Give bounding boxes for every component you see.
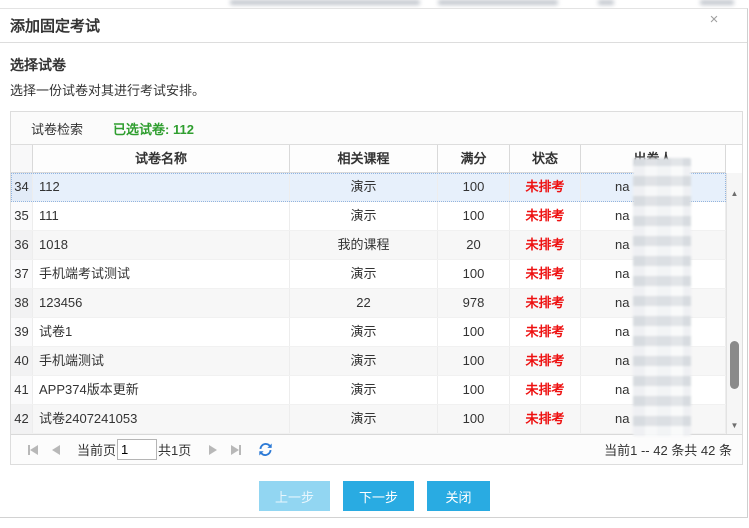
censored-creator-blur [633,158,691,436]
header-course: 相关课程 [290,145,438,172]
background-blur-text [230,0,420,5]
record-range-text: 当前1 -- 42 条共 42 条 [604,440,732,459]
course-cell: 演示 [290,173,438,201]
header-row-number [11,145,33,172]
score-cell: 100 [438,347,510,375]
next-step-button[interactable]: 下一步 [343,481,414,511]
background-page-remnant [0,0,749,8]
close-icon[interactable]: × [705,11,723,29]
score-cell: 978 [438,289,510,317]
status-cell: 未排考 [510,260,581,288]
table-row[interactable]: 35111演示100未排考na [11,202,726,231]
score-cell: 100 [438,376,510,404]
paper-name-cell: 手机端测试 [33,347,290,375]
score-cell: 100 [438,202,510,230]
first-page-icon[interactable] [28,445,38,455]
dialog-footer: 上一步 下一步 关闭 [10,481,739,511]
background-blur-text [700,0,734,5]
panel-tabbar: 试卷检索 已选试卷: 112 [11,112,742,145]
table-row[interactable]: 40手机端测试演示100未排考na [11,347,726,376]
score-cell: 100 [438,318,510,346]
page-number-input[interactable] [117,439,157,460]
paper-table-body: 34112演示100未排考na35111演示100未排考na361018我的课程… [11,173,726,434]
prev-step-button[interactable]: 上一步 [259,481,330,511]
status-cell: 未排考 [510,405,581,433]
add-fixed-exam-dialog: 添加固定考试 × 选择试卷 选择一份试卷对其进行考试安排。 试卷检索 已选试卷:… [0,8,748,518]
paper-name-cell: APP374版本更新 [33,376,290,404]
table-header-row: 试卷名称 相关课程 满分 状态 出卷人 [11,145,726,173]
status-cell: 未排考 [510,289,581,317]
dialog-body: 选择试卷 选择一份试卷对其进行考试安排。 试卷检索 已选试卷: 112 试卷名称… [0,43,747,511]
paper-table: 试卷名称 相关课程 满分 状态 出卷人 34112演示100未排考na35111… [11,145,742,434]
table-row[interactable]: 34112演示100未排考na [11,173,726,202]
paper-name-cell: 1018 [33,231,290,259]
paper-name-cell: 112 [33,173,290,201]
selected-paper-count: 已选试卷: 112 [113,119,194,138]
table-row[interactable]: 42试卷2407241053演示100未排考na [11,405,726,434]
paper-select-panel: 试卷检索 已选试卷: 112 试卷名称 相关课程 满分 状态 出卷人 34112… [10,111,743,465]
pagination-bar: 当前页 共1页 当前1 -- 42 条共 42 条 [11,434,742,464]
row-number-cell: 42 [11,405,33,433]
course-cell: 演示 [290,405,438,433]
status-cell: 未排考 [510,347,581,375]
background-blur-text [598,0,614,5]
row-number-cell: 36 [11,231,33,259]
scrollbar-thumb[interactable] [730,341,739,389]
status-cell: 未排考 [510,376,581,404]
tab-paper-search[interactable]: 试卷检索 [31,119,83,138]
course-cell: 22 [290,289,438,317]
status-cell: 未排考 [510,231,581,259]
score-cell: 100 [438,173,510,201]
score-cell: 100 [438,260,510,288]
status-cell: 未排考 [510,318,581,346]
status-cell: 未排考 [510,202,581,230]
table-row[interactable]: 3812345622978未排考na [11,289,726,318]
scroll-down-icon[interactable]: ▼ [727,421,742,430]
dialog-header: 添加固定考试 [0,9,747,43]
course-cell: 演示 [290,376,438,404]
scroll-up-icon[interactable]: ▲ [727,189,742,198]
next-page-icon[interactable] [209,445,217,455]
paper-name-cell: 试卷2407241053 [33,405,290,433]
table-row[interactable]: 361018我的课程20未排考na [11,231,726,260]
row-number-cell: 34 [11,173,33,201]
close-button[interactable]: 关闭 [427,481,490,511]
current-page-label: 当前页 [77,440,116,459]
row-number-cell: 41 [11,376,33,404]
refresh-icon[interactable] [258,442,273,457]
row-number-cell: 37 [11,260,33,288]
course-cell: 演示 [290,202,438,230]
paper-name-cell: 手机端考试测试 [33,260,290,288]
paper-name-cell: 111 [33,202,290,230]
total-pages-label: 共1页 [158,440,191,459]
prev-page-icon[interactable] [52,445,60,455]
row-number-cell: 39 [11,318,33,346]
course-cell: 演示 [290,318,438,346]
step-subtitle: 选择一份试卷对其进行考试安排。 [10,80,739,99]
header-paper-name: 试卷名称 [33,145,290,172]
dialog-title: 添加固定考试 [10,15,100,36]
header-score: 满分 [438,145,510,172]
paper-name-cell: 123456 [33,289,290,317]
header-status: 状态 [510,145,581,172]
background-blur-text [438,0,558,5]
table-row[interactable]: 37手机端考试测试演示100未排考na [11,260,726,289]
row-number-cell: 40 [11,347,33,375]
row-number-cell: 38 [11,289,33,317]
row-number-cell: 35 [11,202,33,230]
status-cell: 未排考 [510,173,581,201]
table-row[interactable]: 39试卷1演示100未排考na [11,318,726,347]
score-cell: 20 [438,231,510,259]
table-row[interactable]: 41APP374版本更新演示100未排考na [11,376,726,405]
last-page-icon[interactable] [231,445,241,455]
course-cell: 我的课程 [290,231,438,259]
score-cell: 100 [438,405,510,433]
course-cell: 演示 [290,260,438,288]
table-scrollbar[interactable]: ▲ ▼ [726,173,742,434]
paper-name-cell: 试卷1 [33,318,290,346]
step-title: 选择试卷 [10,55,739,75]
course-cell: 演示 [290,347,438,375]
